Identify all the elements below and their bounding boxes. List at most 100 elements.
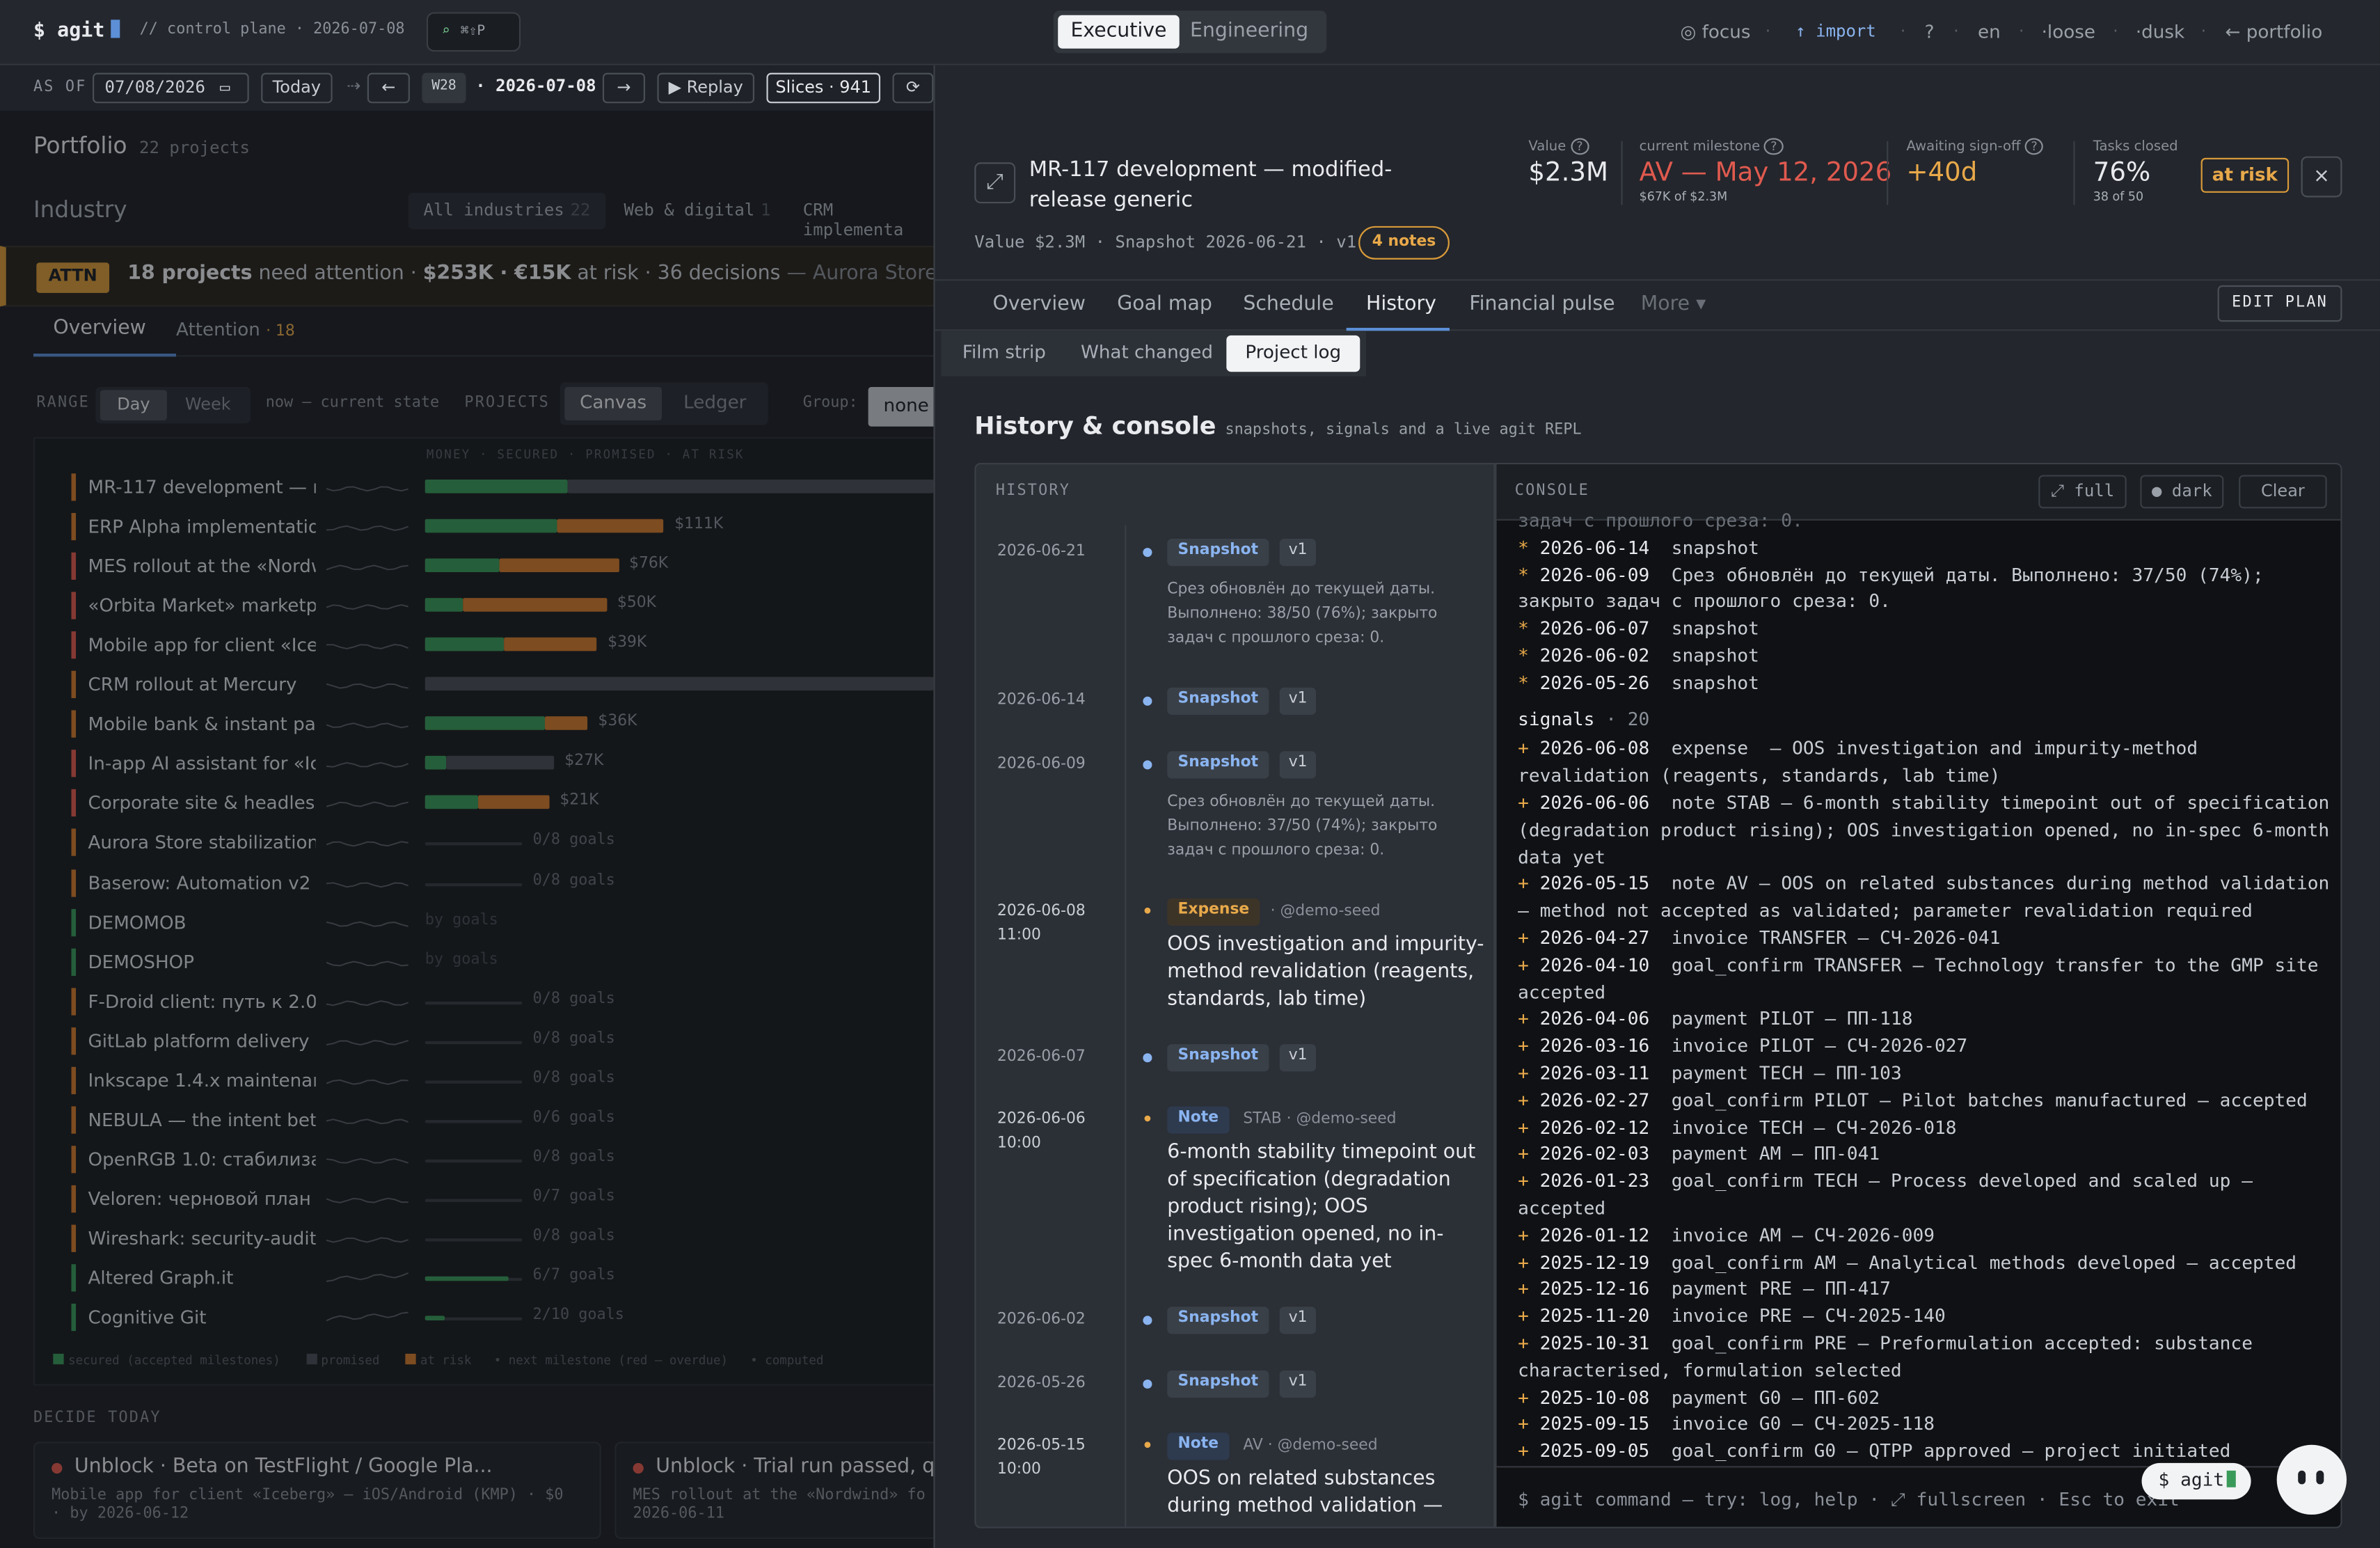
industry-chip-all[interactable]: All industries 22 — [408, 192, 606, 230]
agit-pill-button[interactable]: $ agit — [2141, 1462, 2251, 1500]
view-ledger[interactable]: Ledger — [668, 387, 762, 420]
project-name: Corporate site & headless CMS — [88, 793, 316, 814]
range-week[interactable]: Week — [175, 390, 241, 420]
assistant-bot-icon[interactable] — [2276, 1444, 2347, 1515]
table-row[interactable]: F-Droid client: путь к 2.0 0/8 goals — [71, 986, 946, 1025]
dark-button[interactable]: ● dark — [2140, 475, 2224, 509]
import-button[interactable]: ↑ import — [1795, 22, 1876, 41]
project-name: Wireshark: security-audit — [88, 1227, 316, 1249]
event-text: OOS on related substances during method … — [1167, 1467, 1443, 1518]
subtab-project-log[interactable]: Project log — [1226, 335, 1360, 372]
fullscreen-button[interactable]: ⤢ full — [2038, 475, 2127, 509]
today-button[interactable]: Today — [261, 72, 333, 104]
edit-plan-button[interactable]: EDIT PLAN — [2217, 285, 2342, 322]
table-row[interactable]: DEMOSHOP by goals — [71, 947, 946, 986]
help-button[interactable]: ? — [1925, 22, 1935, 43]
status-badge: at risk — [2200, 157, 2290, 193]
clear-button[interactable]: Clear — [2239, 475, 2327, 509]
status-accent — [71, 1224, 77, 1252]
table-row[interactable]: Veloren: черновой план 0/7 goals — [71, 1183, 946, 1223]
date-input[interactable]: 07/08/2026 ▭ — [93, 72, 249, 104]
table-row[interactable]: In-app AI assistant for «Iceberg» $27K — [71, 749, 946, 789]
prev-week-button[interactable]: ← — [367, 72, 410, 104]
project-name: In-app AI assistant for «Iceberg» — [88, 753, 316, 775]
table-row[interactable]: Corporate site & headless CMS $21K — [71, 788, 946, 828]
mode-executive[interactable]: Executive — [1058, 15, 1180, 49]
table-row[interactable]: MR-117 development — modified-release ge… — [71, 472, 946, 512]
project-subtitle: Value $2.3M · Snapshot 2026-06-21 · v1 — [974, 232, 1357, 252]
table-row[interactable]: Inkscape 1.4.x maintenance 0/8 goals — [71, 1065, 946, 1105]
theme-button[interactable]: ·dusk — [2136, 22, 2184, 43]
table-row[interactable]: Cognitive Git 2/10 goals — [71, 1302, 946, 1342]
table-row[interactable]: CRM rollout at Mercury — [71, 670, 946, 709]
at-risk-value: $39K — [608, 634, 647, 651]
subtab-what-changed[interactable]: What changed — [1081, 342, 1213, 363]
industry-chip-crm[interactable]: CRM implementa — [788, 193, 933, 240]
tab-history[interactable]: History — [1366, 293, 1436, 316]
timeline-dot-icon — [1143, 548, 1152, 558]
table-row[interactable]: Baserow: Automation v2 0/8 goals — [71, 867, 946, 907]
portfolio-link[interactable]: ← portfolio — [2226, 22, 2323, 43]
sparkline — [326, 1079, 408, 1085]
table-row[interactable]: DEMOMOB by goals — [71, 907, 946, 947]
subtab-film-strip[interactable]: Film strip — [962, 342, 1046, 363]
notes-badge[interactable]: 4 notes — [1358, 226, 1450, 260]
attention-banner[interactable]: ATTN 18 projects need attention · $253K … — [0, 246, 979, 307]
current-date: · 2026-07-08 — [475, 76, 596, 96]
close-icon[interactable]: × — [2301, 156, 2342, 198]
group-select[interactable]: none — [868, 386, 944, 427]
next-week-button[interactable]: → — [602, 72, 645, 104]
slices-button[interactable]: Slices · 941 — [766, 72, 881, 104]
refresh-button[interactable]: ⟳ — [892, 72, 934, 104]
date-text: 2026-06-07 — [997, 1048, 1086, 1066]
focus-button[interactable]: ◎ focus — [1680, 22, 1750, 43]
line-date: 2026-04-27 — [1539, 927, 1650, 949]
tab-attention[interactable]: Attention · 18 — [176, 319, 295, 340]
expand-icon[interactable]: ⤢ — [974, 162, 1016, 204]
table-row[interactable]: MES rollout at the «Nordwind» plant $76K — [71, 551, 946, 591]
table-row[interactable]: Aurora Store stabilization 0/8 goals — [71, 828, 946, 867]
table-row[interactable]: ERP Alpha implementation $111K — [71, 512, 946, 551]
table-row[interactable]: OpenRGB 1.0: стабилизация 0/8 goals — [71, 1144, 946, 1184]
table-row[interactable]: Mobile app for client «Iceberg» $39K — [71, 630, 946, 670]
help-icon[interactable]: ? — [1570, 138, 1589, 155]
tab-more[interactable]: More ▾ — [1641, 293, 1706, 316]
replay-button[interactable]: ▶ Replay — [657, 72, 755, 104]
language-button[interactable]: en — [1978, 22, 2001, 43]
density-button[interactable]: ·loose — [2042, 22, 2095, 43]
tab-overview[interactable]: Overview — [53, 317, 146, 340]
cursor-icon — [111, 19, 120, 38]
table-row[interactable]: Mobile bank & instant payments $36K — [71, 709, 946, 749]
table-row[interactable]: Wireshark: security-audit 0/8 goals — [71, 1223, 946, 1263]
date-value: 07/08/2026 — [104, 77, 205, 97]
goal-count: 0/8 goals — [532, 832, 615, 849]
table-row[interactable]: Altered Graph.it 6/7 goals — [71, 1263, 946, 1302]
console-line: + 2026-06-06 note STAB — 6-month stabili… — [1518, 791, 2330, 871]
table-legend: secured (accepted milestones) promised a… — [53, 1353, 823, 1368]
top-bar: $ agit // control plane · 2026-07-08 ⌕ ⌘⇧… — [0, 0, 2380, 65]
decision-card[interactable]: Unblock · Trial run passed, qu MES rollo… — [614, 1442, 965, 1539]
tab-schedule[interactable]: Schedule — [1243, 293, 1333, 316]
status-accent — [71, 987, 77, 1015]
version-badge: v1 — [1279, 539, 1317, 567]
help-icon[interactable]: ? — [1764, 138, 1784, 155]
line-text: goal_confirm PILOT — Pilot batches manuf… — [1671, 1089, 2308, 1111]
decision-card[interactable]: Unblock · Beta on TestFlight / Google Pl… — [33, 1442, 601, 1539]
status-accent — [71, 473, 77, 501]
project-name: Baserow: Automation v2 — [88, 871, 311, 894]
tab-goal-map[interactable]: Goal map — [1117, 293, 1212, 316]
view-canvas[interactable]: Canvas — [564, 386, 662, 420]
kind-badge: Snapshot — [1167, 751, 1269, 779]
range-day[interactable]: Day — [100, 390, 167, 420]
author-meta: AV · @demo-seed — [1243, 1437, 1378, 1454]
table-row[interactable]: GitLab platform delivery 0/8 goals — [71, 1025, 946, 1065]
help-icon[interactable]: ? — [2024, 138, 2044, 155]
command-palette-button[interactable]: ⌕ ⌘⇧P — [426, 12, 521, 52]
table-row[interactable]: NEBULA — the intent bet 0/6 goals — [71, 1105, 946, 1144]
tab-overview[interactable]: Overview — [992, 293, 1086, 316]
bar-at-risk — [463, 598, 607, 613]
industry-chip-web[interactable]: Web & digital 1 — [609, 193, 786, 229]
table-row[interactable]: «Orbita Market» marketplace $50K — [71, 590, 946, 630]
mode-engineering[interactable]: Engineering — [1190, 19, 1308, 42]
tab-financial-pulse[interactable]: Financial pulse — [1469, 293, 1615, 316]
